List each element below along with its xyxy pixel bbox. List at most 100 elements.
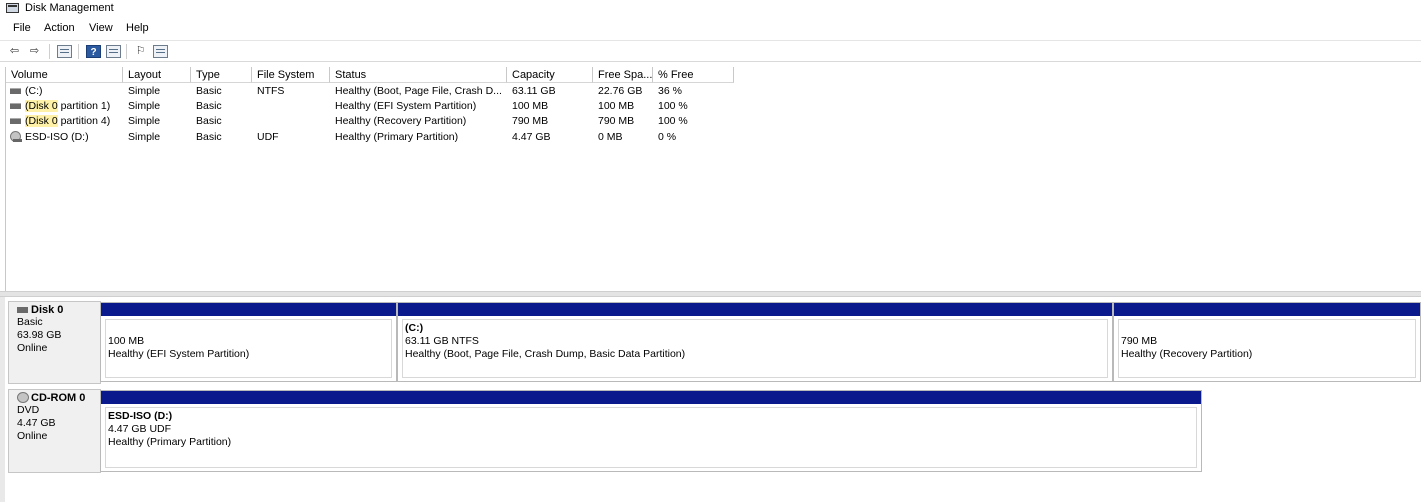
disk-state: Online <box>17 430 48 442</box>
partition-name <box>1121 322 1415 335</box>
volume-name-highlight: (Disk 0 <box>25 115 58 127</box>
volume-layout: Simple <box>128 100 161 112</box>
menu-help[interactable]: Help <box>126 22 149 34</box>
cd-rom-0-label[interactable]: CD-ROM 0 DVD 4.47 GB Online <box>8 389 101 473</box>
volume-row[interactable]: ESD-ISO (D:) Simple Basic UDF Healthy (P… <box>6 130 1421 145</box>
volume-capacity: 790 MB <box>512 115 549 127</box>
volume-free-space: 790 MB <box>598 115 635 127</box>
partition-details: ESD-ISO (D:) 4.47 GB UDF Healthy (Primar… <box>105 407 1197 468</box>
partition-name <box>108 322 391 335</box>
disk-size: 4.47 GB <box>17 417 56 429</box>
partition-c-drive[interactable]: (C:) 63.11 GB NTFS Healthy (Boot, Page F… <box>397 302 1113 382</box>
cd-volume-icon <box>10 131 22 142</box>
disk-volume-icon <box>10 88 21 94</box>
partition-efi[interactable]: 100 MB Healthy (EFI System Partition) <box>100 302 397 382</box>
column-status[interactable]: Status <box>330 67 507 83</box>
volume-type: Basic <box>196 100 222 112</box>
disk-volume-icon <box>10 103 21 109</box>
volume-row[interactable]: (Disk 0 partition 1) Simple Basic Health… <box>6 99 1421 114</box>
partition-recovery[interactable]: 790 MB Healthy (Recovery Partition) <box>1113 302 1421 382</box>
partition-status: Healthy (Boot, Page File, Crash Dump, Ba… <box>405 348 686 360</box>
toolbar: ⇦ ⇨ ? ⚐ <box>0 40 1421 62</box>
partition-bar <box>1114 303 1420 316</box>
volume-capacity: 100 MB <box>512 100 549 112</box>
volume-name: ESD-ISO (D:) <box>25 131 89 143</box>
disk-name: CD-ROM 0 <box>31 392 86 404</box>
volume-type: Basic <box>196 131 222 143</box>
partition-name: (C:) <box>405 322 424 334</box>
volume-layout: Simple <box>128 85 161 97</box>
connect-icon[interactable]: ⚐ <box>133 45 148 58</box>
volume-layout: Simple <box>128 115 161 127</box>
partition-details: 100 MB Healthy (EFI System Partition) <box>105 319 392 378</box>
volume-capacity: 63.11 GB <box>512 85 556 97</box>
partition-size: 790 MB <box>1121 335 1158 347</box>
partition-details: (C:) 63.11 GB NTFS Healthy (Boot, Page F… <box>402 319 1108 378</box>
title-bar: Disk Management <box>0 0 1421 18</box>
help-icon[interactable]: ? <box>86 45 101 58</box>
menu-file[interactable]: File <box>13 22 31 34</box>
volume-status: Healthy (Primary Partition) <box>335 131 459 143</box>
volume-name-highlight: (Disk 0 <box>25 100 58 112</box>
volume-status: Healthy (Recovery Partition) <box>335 115 467 127</box>
volume-row[interactable]: (C:) Simple Basic NTFS Healthy (Boot, Pa… <box>6 84 1421 99</box>
partition-bar <box>398 303 1112 316</box>
volume-name: (Disk 0 partition 1) <box>25 100 110 112</box>
partition-size: 4.47 GB UDF <box>108 423 172 435</box>
disk-size: 63.98 GB <box>17 329 62 341</box>
disk-graphical-view: Disk 0 Basic 63.98 GB Online 100 MB Heal… <box>0 297 1421 502</box>
disk-0-label[interactable]: Disk 0 Basic 63.98 GB Online <box>8 301 101 384</box>
volume-capacity: 4.47 GB <box>512 131 551 143</box>
volume-free-space: 0 MB <box>598 131 623 143</box>
volume-percent-free: 36 % <box>658 85 682 97</box>
back-arrow-icon[interactable]: ⇦ <box>7 45 22 58</box>
partition-status: Healthy (EFI System Partition) <box>108 348 250 360</box>
partition-status: Healthy (Primary Partition) <box>108 436 232 448</box>
partition-size: 100 MB <box>108 335 145 347</box>
properties-icon[interactable] <box>106 45 121 58</box>
show-hide-console-tree-icon[interactable] <box>57 45 72 58</box>
volume-percent-free: 0 % <box>658 131 677 143</box>
volume-percent-free: 100 % <box>658 115 688 127</box>
volume-name: (C:) <box>25 85 43 97</box>
hard-disk-icon <box>17 307 28 313</box>
menu-view[interactable]: View <box>89 22 113 34</box>
volume-percent-free: 100 % <box>658 100 688 112</box>
column-layout[interactable]: Layout <box>123 67 191 83</box>
column-capacity[interactable]: Capacity <box>507 67 593 83</box>
cd-rom-icon <box>17 392 29 403</box>
volume-free-space: 100 MB <box>598 100 635 112</box>
column-file-system[interactable]: File System <box>252 67 330 83</box>
toolbar-separator <box>78 44 79 59</box>
partition-details: 790 MB Healthy (Recovery Partition) <box>1118 319 1416 378</box>
disk-name: Disk 0 <box>31 304 64 316</box>
partition-name: ESD-ISO (D:) <box>108 410 173 422</box>
disk-kind: Basic <box>17 316 43 328</box>
partition-esd-iso[interactable]: ESD-ISO (D:) 4.47 GB UDF Healthy (Primar… <box>100 390 1202 472</box>
partition-bar <box>101 391 1201 404</box>
partition-size: 63.11 GB NTFS <box>405 335 479 347</box>
volume-layout: Simple <box>128 131 161 143</box>
column-percent-free[interactable]: % Free <box>653 67 734 83</box>
column-volume[interactable]: Volume <box>6 67 123 83</box>
volume-name: (Disk 0 partition 4) <box>25 115 110 127</box>
column-free-space[interactable]: Free Spa... <box>593 67 653 83</box>
volume-list: Volume Layout Type File System Status Ca… <box>5 67 1421 291</box>
partition-status: Healthy (Recovery Partition) <box>1121 348 1253 360</box>
column-type[interactable]: Type <box>191 67 252 83</box>
volume-file-system: NTFS <box>257 85 285 97</box>
disk-kind: DVD <box>17 404 40 416</box>
volume-name-rest: partition 1) <box>57 100 111 112</box>
menu-bar: File Action View Help <box>0 19 1421 38</box>
disk-state: Online <box>17 342 48 354</box>
menu-action[interactable]: Action <box>44 22 75 34</box>
partition-bar <box>101 303 396 316</box>
window-title: Disk Management <box>25 2 114 14</box>
toolbar-separator <box>49 44 50 59</box>
forward-arrow-icon[interactable]: ⇨ <box>27 45 42 58</box>
volume-list-header: Volume Layout Type File System Status Ca… <box>6 67 1421 83</box>
volume-row[interactable]: (Disk 0 partition 4) Simple Basic Health… <box>6 114 1421 129</box>
list-view-icon[interactable] <box>153 45 168 58</box>
volume-free-space: 22.76 GB <box>598 85 643 97</box>
disk-management-app-icon <box>6 3 19 13</box>
